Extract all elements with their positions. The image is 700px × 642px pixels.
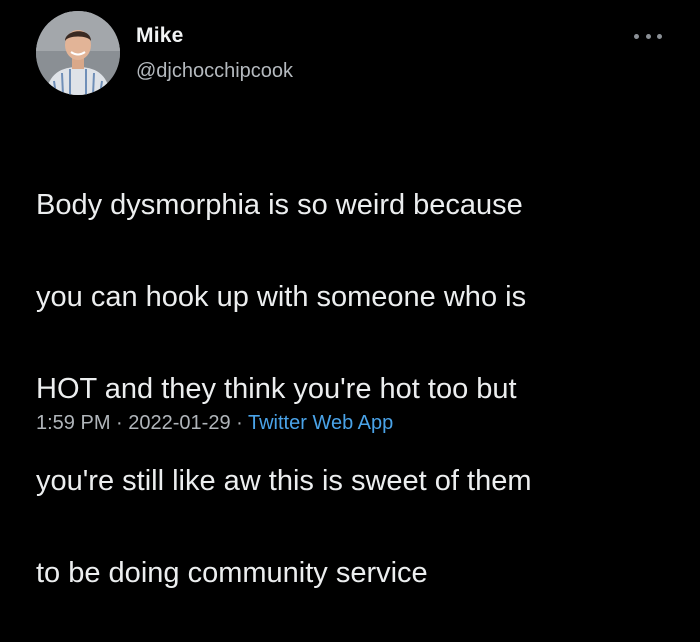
tweet-text-line: you can hook up with someone who is [36, 281, 527, 313]
more-dot [634, 33, 639, 39]
tweet-card: Mike @djchocchipcook Body dysmorphia is … [0, 0, 700, 589]
more-dot [645, 33, 651, 39]
avatar[interactable] [36, 11, 120, 95]
more-options-icon[interactable] [634, 30, 662, 42]
meta-separator: · [116, 412, 129, 434]
tweet-text-line: Body dysmorphia is so weird because [36, 189, 523, 221]
author-name[interactable]: Mike [136, 24, 184, 48]
meta-separator: · [236, 412, 248, 434]
tweet-date[interactable]: 2022-01-29 [128, 412, 230, 434]
profile-photo-icon [36, 11, 120, 95]
tweet-meta: 1:59 PM · 2022-01-29 · Twitter Web App [36, 410, 393, 436]
tweet-time[interactable]: 1:59 PM [36, 412, 110, 434]
author-handle[interactable]: @djchocchipcook [136, 59, 293, 83]
tweet-text-line: you're still like aw this is sweet of th… [36, 465, 532, 497]
tweet-text-line: HOT and they think you're hot too but [36, 373, 517, 405]
tweet-text-line: to be doing community service [36, 557, 428, 589]
tweet-text: Body dysmorphia is so weird because you … [36, 136, 676, 642]
more-dot [657, 33, 662, 39]
tweet-source-link[interactable]: Twitter Web App [248, 412, 393, 434]
